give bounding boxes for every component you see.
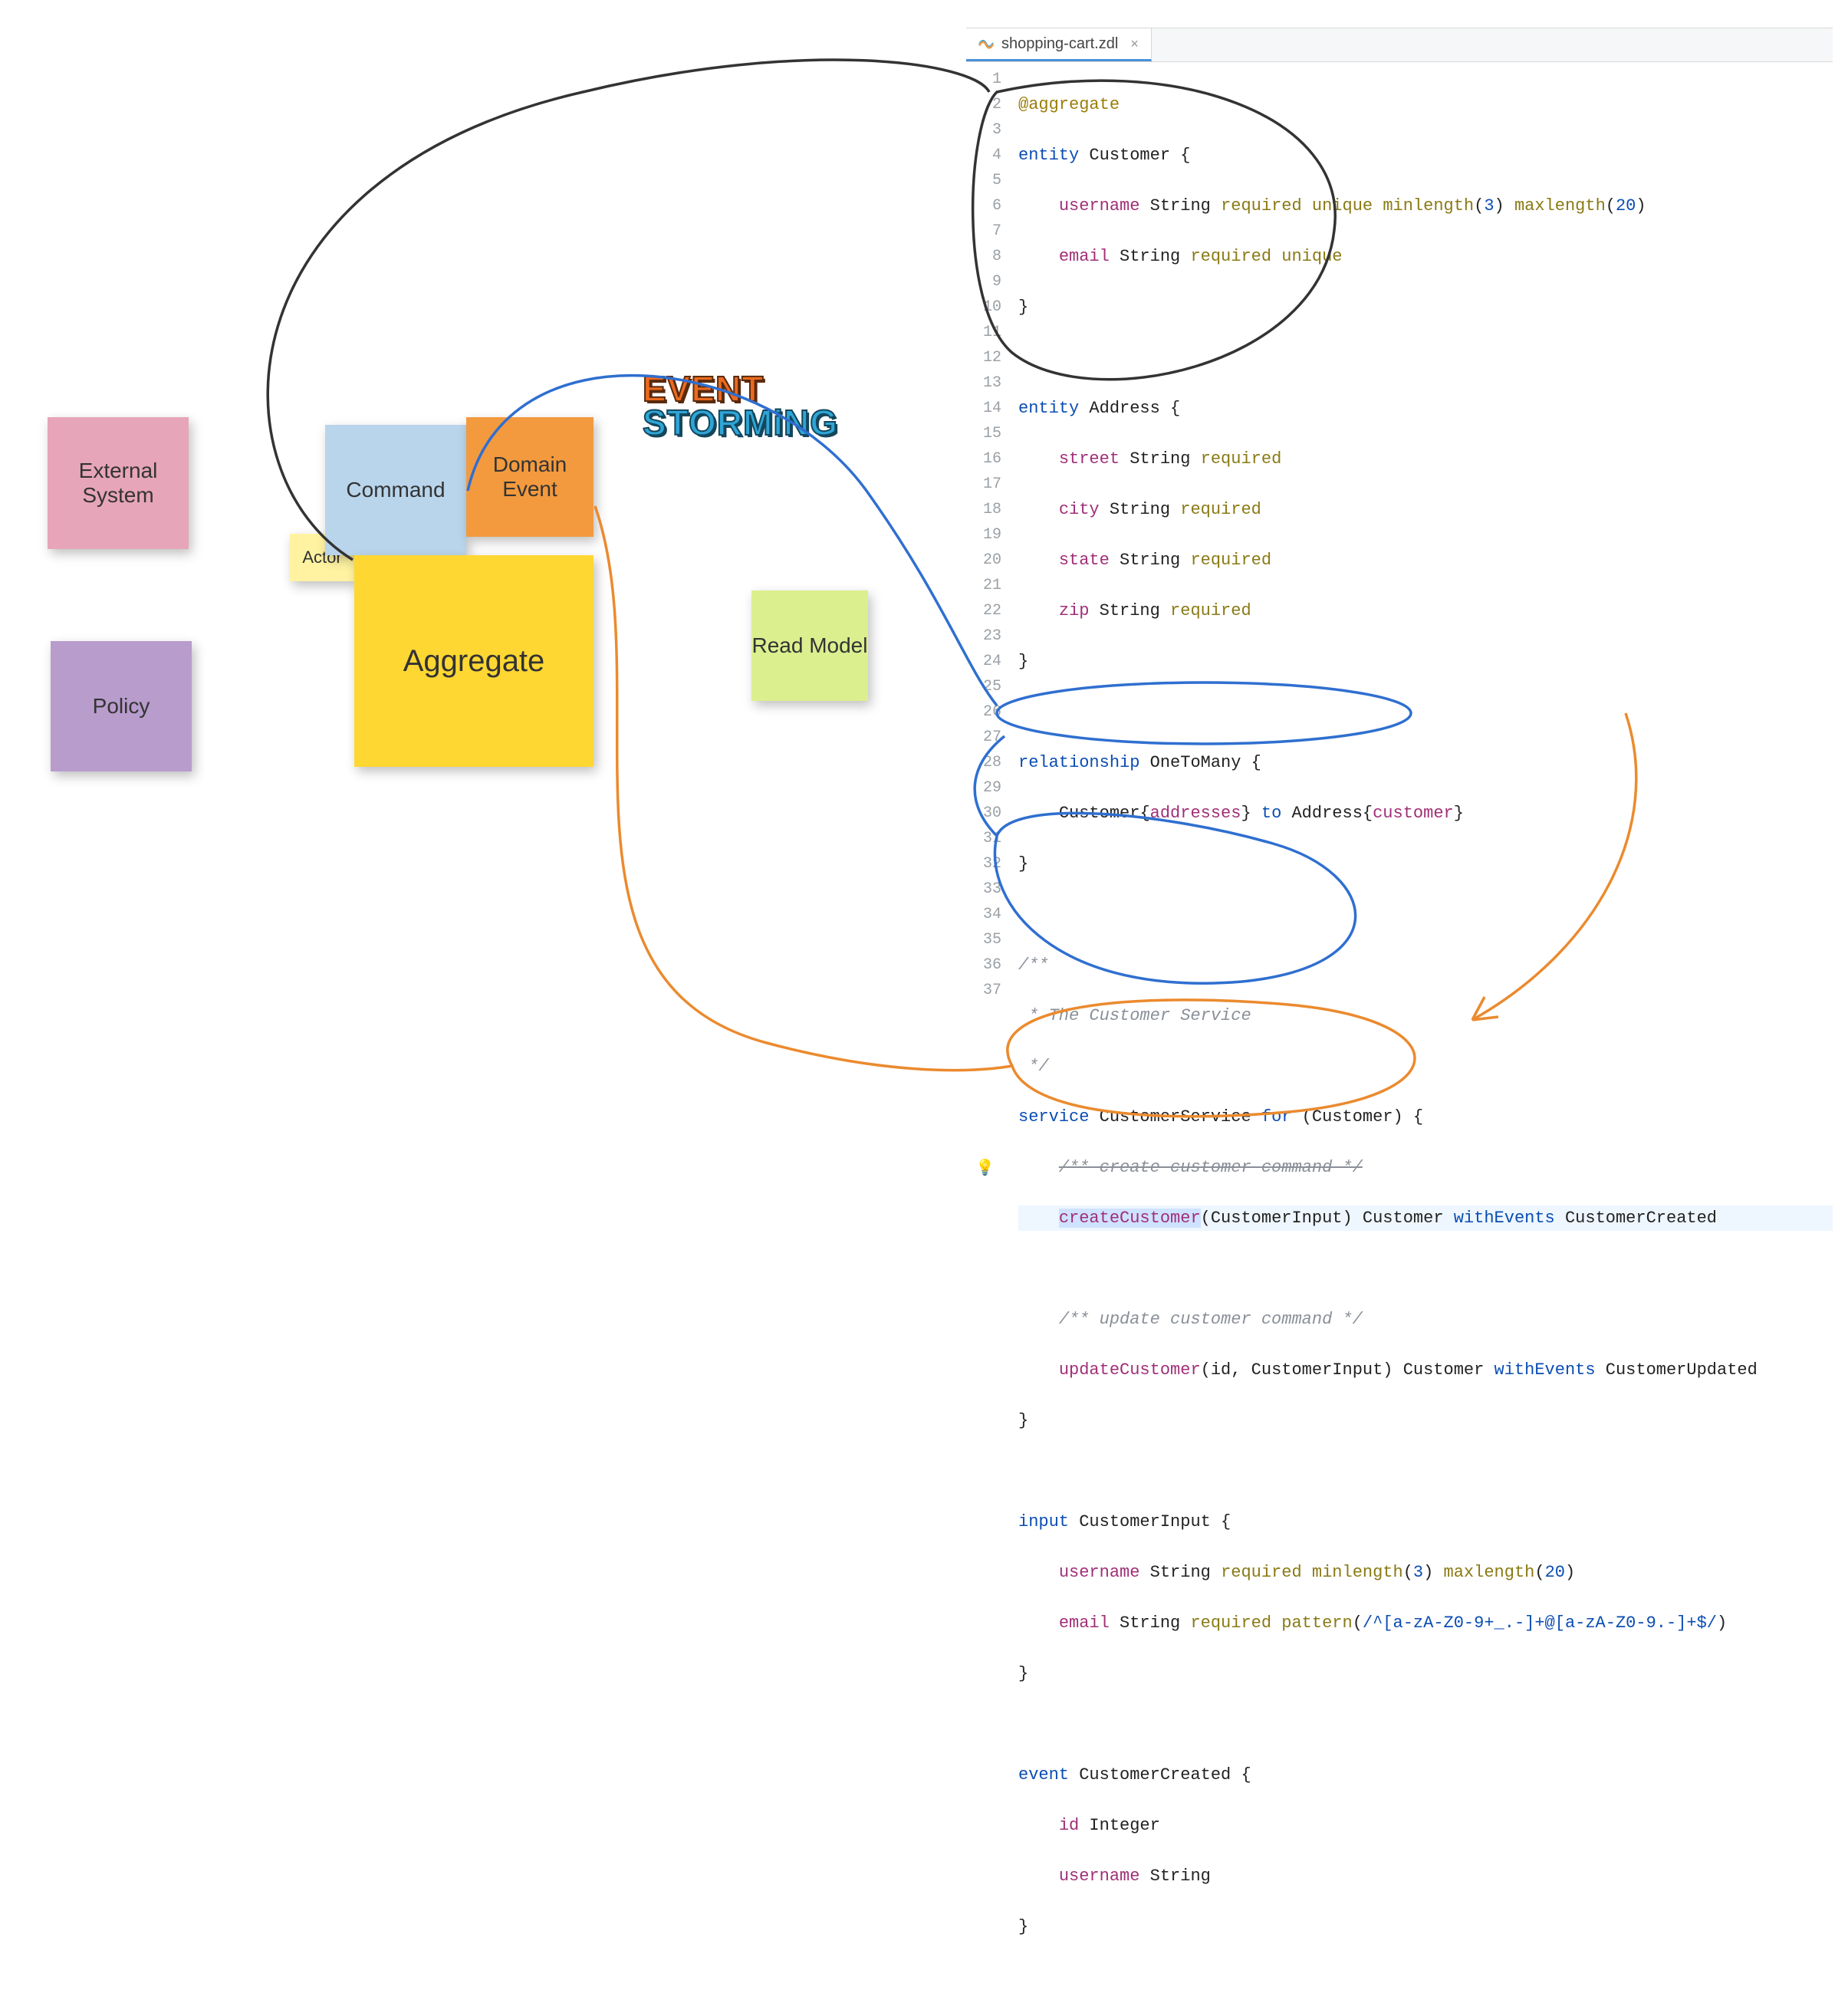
- event-text: EVENT: [643, 373, 838, 406]
- editor-tab-active[interactable]: shopping-cart.zdl ×: [966, 28, 1152, 61]
- close-icon[interactable]: ×: [1130, 36, 1139, 52]
- sticky-aggregate: Aggregate: [354, 555, 594, 767]
- sticky-label: Domain Event: [466, 452, 594, 502]
- storming-text: STORMiNG: [643, 406, 838, 440]
- code-editor: shopping-cart.zdl × 1 2 3 4 5 6 7 8 9 10…: [966, 28, 1833, 1124]
- sticky-read-model: Read Model: [751, 590, 868, 701]
- tab-filename: shopping-cart.zdl: [1001, 35, 1118, 53]
- event-storming-title: EVENT STORMiNG: [643, 373, 838, 439]
- sticky-domain-event: Domain Event: [466, 417, 594, 537]
- sticky-label: Policy: [93, 694, 150, 719]
- lightbulb-icon[interactable]: 💡: [975, 1156, 995, 1182]
- sticky-label: Read Model: [752, 633, 868, 658]
- editor-tabbar: shopping-cart.zdl ×: [966, 28, 1833, 62]
- sticky-command: Command: [325, 425, 466, 555]
- sticky-external-system: External System: [48, 417, 189, 549]
- zenwave-icon: [978, 36, 994, 51]
- line-number-gutter: 1 2 3 4 5 6 7 8 9 10 11 12 13 14 15 16 1…: [966, 62, 1011, 1990]
- sticky-label: External System: [48, 459, 189, 508]
- sticky-label: Command: [346, 478, 445, 502]
- sticky-label: Aggregate: [403, 644, 545, 679]
- code-area[interactable]: @aggregate entity Customer { username St…: [1011, 62, 1833, 1990]
- sticky-policy: Policy: [51, 641, 192, 771]
